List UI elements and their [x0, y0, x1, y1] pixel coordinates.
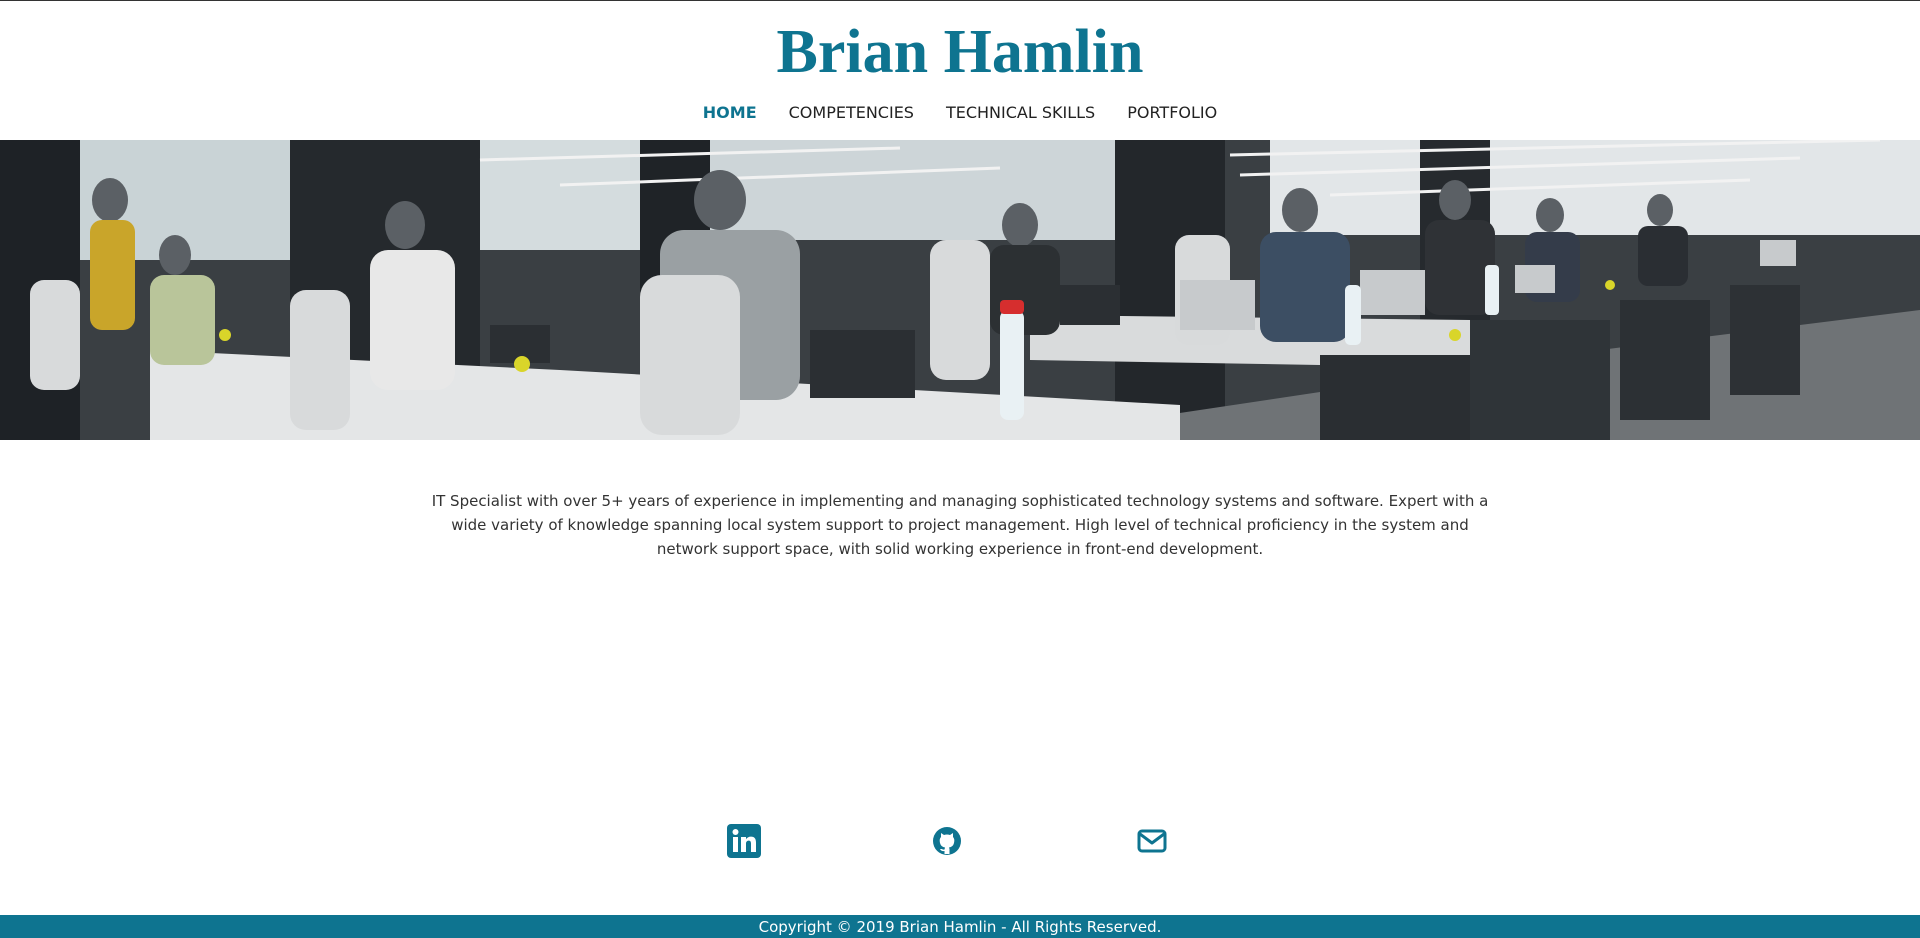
- site-title[interactable]: Brian Hamlin: [0, 17, 1920, 87]
- linkedin-icon: [727, 824, 761, 858]
- main-nav: HOME COMPETENCIES TECHNICAL SKILLS PORTF…: [0, 101, 1920, 125]
- nav-item-technical-skills[interactable]: TECHNICAL SKILLS: [946, 101, 1095, 125]
- nav-item-competencies[interactable]: COMPETENCIES: [789, 101, 914, 125]
- nav-item-home[interactable]: HOME: [703, 101, 757, 125]
- email-link[interactable]: [1134, 823, 1170, 859]
- linkedin-link[interactable]: [726, 823, 762, 859]
- email-icon: [1137, 829, 1167, 853]
- github-link[interactable]: [929, 823, 965, 859]
- hero-image: [0, 140, 1920, 440]
- copyright-text: Copyright © 2019 Brian Hamlin - All Righ…: [758, 918, 1162, 936]
- bio-paragraph: IT Specialist with over 5+ years of expe…: [431, 492, 1489, 558]
- nav-item-portfolio[interactable]: PORTFOLIO: [1127, 101, 1217, 125]
- page: Brian Hamlin HOME COMPETENCIES TECHNICAL…: [0, 0, 1920, 938]
- site-footer: Copyright © 2019 Brian Hamlin - All Righ…: [0, 915, 1920, 938]
- site-header: Brian Hamlin HOME COMPETENCIES TECHNICAL…: [0, 1, 1920, 140]
- github-icon: [932, 826, 962, 856]
- office-photo: [0, 140, 1920, 440]
